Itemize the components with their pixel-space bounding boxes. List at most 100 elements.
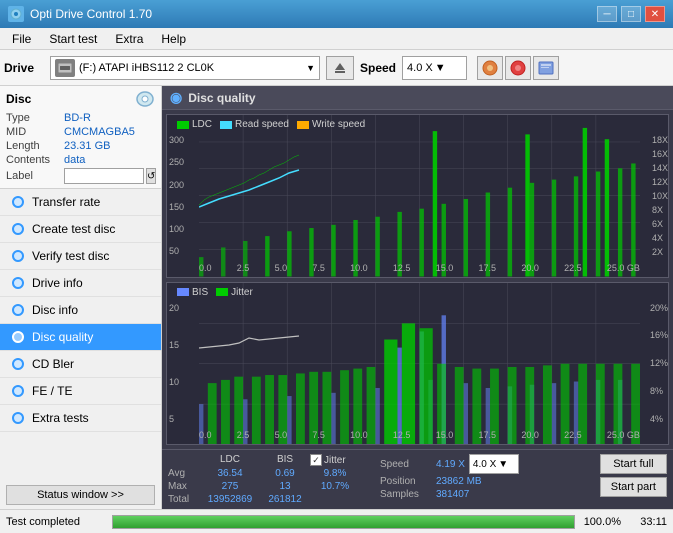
content-title-text: Disc quality	[188, 91, 255, 105]
close-btn[interactable]: ✕	[645, 6, 665, 22]
legend-ldc: LDC	[177, 119, 212, 130]
drive-value: (F:) ATAPI iHBS112 2 CL0K	[79, 62, 302, 74]
chart1-y-left: 30025020015010050	[169, 135, 184, 257]
samples-label: Samples	[380, 489, 432, 500]
legend-bis-color	[177, 288, 189, 296]
progress-fill	[113, 516, 574, 528]
sidebar-item-disc-quality[interactable]: Disc quality	[0, 324, 161, 351]
total-bis: 261812	[260, 494, 310, 505]
avg-ldc: 36.54	[200, 468, 260, 479]
menu-file[interactable]: File	[4, 30, 39, 48]
verify-test-disc-icon	[10, 248, 26, 264]
position-label: Position	[380, 476, 432, 487]
speed-stats: Speed 4.19 X 4.0 X ▼ Position 23862 MB S…	[380, 454, 519, 500]
progress-percent: 100.0%	[581, 516, 621, 528]
nav-items: Transfer rate Create test disc Verify te…	[0, 189, 161, 481]
disc-panel-icon	[135, 90, 155, 108]
disc-panel-title: Disc	[6, 92, 31, 106]
maximize-btn[interactable]: □	[621, 6, 641, 22]
status-text: Test completed	[6, 516, 106, 528]
start-part-button[interactable]: Start part	[600, 477, 667, 497]
disc-label-label: Label	[6, 170, 64, 182]
disc-label-input[interactable]	[64, 168, 144, 184]
chart2-svg	[199, 283, 640, 445]
avg-label: Avg	[168, 468, 200, 479]
chart2-area: 2015105 20%16%12%8%4%	[167, 283, 668, 445]
legend-write-speed: Write speed	[297, 119, 365, 130]
jitter-header-wrap: ✓ Jitter	[310, 454, 346, 466]
legend-bis: BIS	[177, 287, 208, 298]
progress-bar	[112, 515, 575, 529]
status-bar: Test completed 100.0% 33:11	[0, 509, 673, 533]
speed-selector[interactable]: 4.0 X ▼	[402, 56, 467, 80]
sidebar-item-verify-test-disc[interactable]: Verify test disc	[0, 243, 161, 270]
chart2-y-right: 20%16%12%8%4%	[650, 303, 668, 425]
disc-mid-label: MID	[6, 126, 64, 138]
sidebar-item-create-test-disc[interactable]: Create test disc	[0, 216, 161, 243]
bis-header: BIS	[260, 454, 310, 466]
disc-length-label: Length	[6, 140, 64, 152]
menu-help[interactable]: Help	[153, 30, 194, 48]
chart1-svg	[199, 115, 640, 277]
disc-length-value: 23.31 GB	[64, 140, 110, 152]
stats-area: LDC BIS ✓ Jitter Avg 36.54 0.69 9.8% Max	[162, 449, 673, 509]
legend-read-label: Read speed	[235, 119, 289, 130]
sidebar-item-cd-bler[interactable]: CD Bler	[0, 351, 161, 378]
toolbar-action-icons	[477, 56, 559, 80]
minimize-btn[interactable]: ─	[597, 6, 617, 22]
speed-value: 4.0 X	[407, 62, 433, 74]
chart1-x-labels: 0.02.55.07.510.012.515.017.520.022.525.0…	[199, 263, 640, 273]
sidebar-item-label: Drive info	[32, 276, 83, 290]
menu-start-test[interactable]: Start test	[41, 30, 105, 48]
drive-info-icon	[10, 275, 26, 291]
start-buttons: Start full Start part	[600, 454, 667, 497]
title-bar: Opti Drive Control 1.70 ─ □ ✕	[0, 0, 673, 28]
legend-ldc-label: LDC	[192, 119, 212, 130]
eject-button[interactable]	[326, 56, 354, 80]
speed-dropdown-value: 4.0 X	[473, 459, 496, 470]
disc-contents-label: Contents	[6, 154, 64, 166]
speed-dropdown-arrow: ▼	[498, 459, 508, 470]
sidebar-item-extra-tests[interactable]: Extra tests	[0, 405, 161, 432]
avg-jitter: 9.8%	[310, 468, 360, 479]
toolbar-icon-3[interactable]	[533, 56, 559, 80]
legend-ldc-color	[177, 121, 189, 129]
position-stat-row: Position 23862 MB	[380, 476, 519, 487]
status-window-button[interactable]: Status window >>	[6, 485, 155, 505]
toolbar-icon-1[interactable]	[477, 56, 503, 80]
stats-columns: LDC BIS ✓ Jitter Avg 36.54 0.69 9.8% Max	[168, 454, 360, 505]
max-jitter: 10.7%	[310, 481, 360, 492]
legend-read-speed: Read speed	[220, 119, 289, 130]
sidebar-item-transfer-rate[interactable]: Transfer rate	[0, 189, 161, 216]
sidebar-item-label: Disc quality	[32, 330, 93, 344]
toolbar-icon-2[interactable]	[505, 56, 531, 80]
chart1-area: 30025020015010050 18X16X14X12X10X8X6X4X2…	[167, 115, 668, 277]
sidebar-item-drive-info[interactable]: Drive info	[0, 270, 161, 297]
drive-selector[interactable]: (F:) ATAPI iHBS112 2 CL0K ▼	[50, 56, 320, 80]
chart2-legend: BIS Jitter	[171, 285, 259, 300]
chart1-legend: LDC Read speed Write speed	[171, 117, 371, 132]
sidebar-item-fe-te[interactable]: FE / TE	[0, 378, 161, 405]
sidebar-item-label: Transfer rate	[32, 195, 100, 209]
sidebar-item-disc-info[interactable]: Disc info	[0, 297, 161, 324]
jitter-checkbox[interactable]: ✓	[310, 454, 322, 466]
drive-icon	[55, 59, 75, 77]
disc-panel: Disc Type BD-R MID CMCMAGBA5 Length 23.3…	[0, 86, 161, 189]
disc-refresh-button[interactable]: ↺	[146, 168, 156, 184]
charts-container: LDC Read speed Write speed 3002502001501…	[162, 110, 673, 449]
sidebar: Disc Type BD-R MID CMCMAGBA5 Length 23.3…	[0, 86, 162, 509]
menu-extra[interactable]: Extra	[107, 30, 151, 48]
speed-label: Speed	[360, 61, 396, 75]
legend-write-label: Write speed	[312, 119, 365, 130]
disc-contents-value: data	[64, 154, 85, 166]
samples-stat-row: Samples 381407	[380, 489, 519, 500]
start-full-button[interactable]: Start full	[600, 454, 667, 474]
samples-value: 381407	[436, 489, 469, 500]
sidebar-item-label: Verify test disc	[32, 249, 109, 263]
speed-dropdown[interactable]: 4.0 X ▼	[469, 454, 519, 474]
speed-arrow: ▼	[435, 62, 446, 74]
drive-dropdown-arrow: ▼	[306, 63, 315, 73]
chart-bis: BIS Jitter 2015105 20%16%12%8%4%	[166, 282, 669, 446]
total-ldc: 13952869	[200, 494, 260, 505]
legend-jitter-label: Jitter	[231, 287, 253, 298]
